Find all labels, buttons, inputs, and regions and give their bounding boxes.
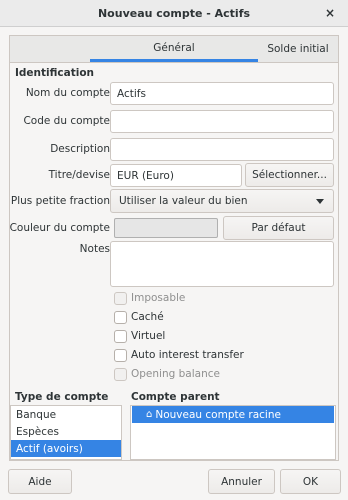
description-field[interactable]: [110, 138, 334, 161]
checkbox-box: [114, 348, 127, 362]
chevron-down-icon: [316, 199, 324, 204]
checkbox-label: Auto interest transfer: [131, 349, 244, 361]
checkbox-label: Opening balance: [131, 368, 220, 380]
notebook: Général Solde initial Identification Nom…: [9, 35, 339, 461]
placeholder-checkbox[interactable]: Virtuel: [114, 328, 165, 344]
close-icon[interactable]: ×: [322, 5, 338, 21]
account-name-label: Nom du compte: [25, 87, 110, 99]
hidden-checkbox[interactable]: Caché: [114, 309, 164, 325]
checkbox-label: Virtuel: [131, 330, 166, 342]
list-item[interactable]: Espèces: [11, 423, 121, 440]
currency-label: Titre/devise: [48, 169, 110, 181]
checkbox-box: [114, 367, 127, 381]
select-currency-button[interactable]: Sélectionner...: [245, 163, 334, 187]
fraction-dropdown[interactable]: Utiliser la valeur du bien: [110, 189, 334, 213]
parent-account-tree: ⌂ Nouveau compte racine: [130, 405, 336, 460]
account-code-field[interactable]: [110, 110, 334, 133]
checkbox-label: Imposable: [131, 292, 186, 304]
help-button[interactable]: Aide: [8, 469, 72, 494]
ok-button[interactable]: OK: [280, 469, 341, 494]
window-title: Nouveau compte - Actifs: [97, 6, 251, 20]
fraction-label: Plus petite fraction: [10, 195, 110, 207]
account-name-field[interactable]: Actifs: [110, 82, 334, 105]
checkbox-box: [114, 291, 127, 305]
tab-general[interactable]: Général: [90, 36, 258, 62]
account-type-list: Banque Espèces Actif (avoirs): [10, 405, 122, 460]
section-identification: Identification: [15, 67, 95, 79]
tree-row-label: Nouveau compte racine: [155, 408, 281, 421]
account-type-title: Type de compte: [15, 391, 109, 403]
tree-row-root[interactable]: ⌂ Nouveau compte racine: [132, 406, 334, 423]
opening-balance-checkbox[interactable]: Opening balance: [114, 366, 220, 382]
list-item[interactable]: Banque: [11, 406, 121, 423]
checkbox-box: [114, 329, 127, 343]
tab-opening-balance[interactable]: Solde initial: [258, 36, 338, 62]
parent-account-title: Compte parent: [131, 391, 220, 403]
title-bar: Nouveau compte - Actifs ×: [0, 0, 348, 27]
color-picker-button[interactable]: [114, 218, 218, 238]
account-code-label: Code du compte: [23, 115, 110, 127]
notes-field[interactable]: [110, 241, 334, 287]
tab-bar: Général Solde initial: [10, 36, 338, 63]
home-icon: ⌂: [146, 409, 153, 420]
checkbox-box: [114, 310, 127, 324]
notes-label: Notes: [79, 243, 110, 255]
taxable-checkbox[interactable]: Imposable: [114, 290, 185, 306]
description-label: Description: [50, 143, 110, 155]
auto-interest-checkbox[interactable]: Auto interest transfer: [114, 347, 244, 363]
list-item[interactable]: Actif (avoirs): [11, 440, 121, 457]
fraction-value: Utiliser la valeur du bien: [119, 195, 248, 207]
cancel-button[interactable]: Annuler: [208, 469, 275, 494]
default-color-button[interactable]: Par défaut: [223, 216, 334, 240]
currency-field[interactable]: EUR (Euro): [110, 164, 242, 187]
color-label: Couleur du compte: [9, 222, 110, 234]
checkbox-label: Caché: [131, 311, 164, 323]
